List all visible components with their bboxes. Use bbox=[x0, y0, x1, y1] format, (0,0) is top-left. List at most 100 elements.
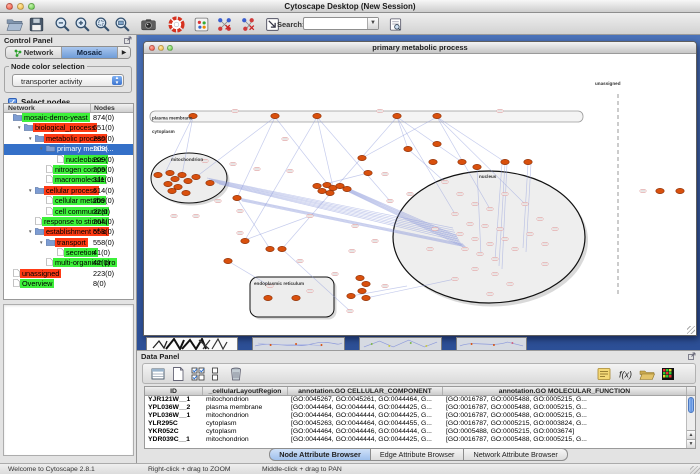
network-node[interactable] bbox=[178, 172, 186, 177]
expand-arrow-icon[interactable]: ▼ bbox=[39, 144, 46, 154]
network-node[interactable] bbox=[318, 188, 326, 193]
tree-header[interactable]: Network Nodes bbox=[4, 104, 133, 113]
tree-row[interactable]: secretion41(0) bbox=[4, 248, 133, 258]
table-column-header[interactable]: annotation.GO CELLULAR_COMPONENT bbox=[288, 387, 443, 395]
zoom-out-icon[interactable] bbox=[54, 16, 71, 33]
tree-row[interactable]: multi-organism pro42(0) bbox=[4, 258, 133, 268]
network-node[interactable] bbox=[266, 246, 274, 251]
background-window-overview[interactable] bbox=[146, 337, 238, 350]
expand-arrow-icon[interactable]: ▼ bbox=[28, 134, 35, 144]
maximize-icon[interactable] bbox=[167, 45, 173, 51]
table-row[interactable]: YDR039C__1mitochondrion[GO:0044464, GO:0… bbox=[145, 436, 695, 444]
table-row[interactable]: YKR052Ccytoplasm[GO:0044464, GO:0044446,… bbox=[145, 428, 695, 436]
table-scrollbar[interactable]: ▲ ▼ bbox=[686, 396, 695, 448]
network-node[interactable] bbox=[206, 180, 214, 185]
zoom-window-button[interactable] bbox=[28, 3, 35, 10]
heatmap-icon[interactable] bbox=[660, 366, 676, 382]
expand-arrow-icon[interactable]: ▼ bbox=[17, 123, 24, 133]
tab-edge-attribute-browser[interactable]: Edge Attribute Browser bbox=[371, 448, 465, 461]
window-titlebar[interactable]: Cytoscape Desktop (New Session) bbox=[0, 0, 700, 13]
network-node[interactable] bbox=[347, 293, 355, 298]
tree-row[interactable]: ▼transport558(0) bbox=[4, 238, 133, 248]
birdseye-view[interactable] bbox=[3, 304, 134, 456]
network-node[interactable] bbox=[458, 159, 466, 164]
table-header-row[interactable]: ID_cellularLayoutRegionannotation.GO CEL… bbox=[145, 387, 695, 396]
network-node[interactable] bbox=[501, 159, 509, 164]
tree-row[interactable]: mosaic-demo-yeast874(0) bbox=[4, 113, 133, 123]
minimize-button[interactable] bbox=[17, 3, 24, 10]
tree-row[interactable]: nucleobase-209(0) bbox=[4, 155, 133, 165]
create-attribute-icon[interactable] bbox=[170, 366, 186, 382]
help-lifering-icon[interactable] bbox=[168, 16, 185, 33]
layout-icon-1[interactable] bbox=[216, 16, 233, 33]
network-canvas[interactable]: plasma membranecytoplasmmitochondrionnuc… bbox=[145, 54, 697, 335]
tree-row[interactable]: ▼establishment of lo558(0) bbox=[4, 227, 133, 237]
zoom-fit-icon[interactable] bbox=[114, 16, 131, 33]
table-row[interactable]: YJR121W__1mitochondrion[GO:0045267, GO:0… bbox=[145, 396, 695, 404]
annotation-icon[interactable] bbox=[193, 16, 210, 33]
window-resize-grip[interactable] bbox=[687, 326, 695, 334]
network-node[interactable] bbox=[154, 172, 162, 177]
tab-node-attribute-browser[interactable]: Node Attribute Browser bbox=[269, 448, 371, 461]
zoom-selected-icon[interactable] bbox=[94, 16, 111, 33]
close-icon[interactable] bbox=[149, 45, 155, 51]
column-divider[interactable] bbox=[90, 104, 91, 112]
zoom-in-icon[interactable] bbox=[74, 16, 91, 33]
table-column-header[interactable]: annotation.GO MOLECULAR_FUNCTION bbox=[443, 387, 687, 395]
app-resize-grip[interactable] bbox=[690, 466, 700, 474]
expand-arrow-icon[interactable]: ▼ bbox=[39, 238, 46, 248]
table-column-header[interactable]: ID bbox=[145, 387, 203, 395]
background-window-2[interactable] bbox=[359, 337, 442, 350]
tab-network-attribute-browser[interactable]: Network Attribute Browser bbox=[464, 448, 567, 461]
close-button[interactable] bbox=[6, 3, 13, 10]
tab-network[interactable]: Network bbox=[6, 47, 62, 58]
tree-row[interactable]: response to stimulu264(0) bbox=[4, 217, 133, 227]
delete-attribute-icon[interactable] bbox=[228, 366, 244, 382]
tree-row[interactable]: nitrogen compo209(0) bbox=[4, 165, 133, 175]
expand-arrow-icon[interactable]: ▼ bbox=[28, 227, 35, 237]
scroll-up-button[interactable]: ▲ bbox=[687, 430, 695, 439]
network-node[interactable] bbox=[182, 190, 190, 195]
import-attributes-icon[interactable] bbox=[639, 366, 655, 382]
network-node[interactable] bbox=[313, 183, 321, 188]
tree-row[interactable]: cellular metabo209(0) bbox=[4, 196, 133, 206]
snapshot-camera-icon[interactable] bbox=[140, 16, 157, 33]
network-node[interactable] bbox=[271, 113, 279, 118]
select-attributes-icon[interactable] bbox=[150, 366, 166, 382]
select-all-attributes-icon[interactable] bbox=[190, 366, 206, 382]
float-panel-icon[interactable] bbox=[124, 36, 132, 44]
network-node[interactable] bbox=[192, 174, 200, 179]
network-node[interactable] bbox=[241, 238, 249, 243]
node-color-dropdown[interactable]: transporter activity ▲▼ bbox=[12, 74, 124, 87]
network-node[interactable] bbox=[313, 113, 321, 118]
open-file-icon[interactable] bbox=[6, 16, 23, 33]
plasma-membrane-region[interactable] bbox=[150, 111, 583, 122]
network-node[interactable] bbox=[164, 181, 172, 186]
network-node[interactable] bbox=[233, 195, 241, 200]
network-node[interactable] bbox=[433, 141, 441, 146]
network-node[interactable] bbox=[364, 170, 372, 175]
network-node[interactable] bbox=[166, 170, 174, 175]
float-panel-icon[interactable] bbox=[688, 352, 696, 360]
table-column-header[interactable]: _cellularLayoutRegion bbox=[203, 387, 288, 395]
tree-row[interactable]: cell communicat22(0) bbox=[4, 207, 133, 217]
label-attribute-icon[interactable] bbox=[596, 366, 612, 382]
tree-row[interactable]: macromolecule311(0) bbox=[4, 175, 133, 185]
network-node[interactable] bbox=[473, 164, 481, 169]
table-row[interactable]: YPL036W__1mitochondrion[GO:0044464, GO:0… bbox=[145, 412, 695, 420]
background-window-1[interactable] bbox=[252, 337, 345, 350]
network-node[interactable] bbox=[171, 176, 179, 181]
network-node[interactable] bbox=[358, 288, 366, 293]
expand-arrow-icon[interactable]: ▼ bbox=[28, 186, 35, 196]
network-node[interactable] bbox=[524, 159, 532, 164]
network-node[interactable] bbox=[224, 258, 232, 263]
tree-row[interactable]: unassigned223(0) bbox=[4, 269, 133, 279]
search-options-icon[interactable] bbox=[388, 17, 403, 32]
tree-row[interactable]: ▼primary metabo209(... bbox=[4, 144, 133, 154]
tab-overflow-arrow[interactable]: ▶ bbox=[118, 47, 130, 58]
scroll-down-button[interactable]: ▼ bbox=[687, 439, 695, 448]
search-dropdown-arrow[interactable]: ▼ bbox=[367, 18, 378, 29]
tab-mosaic[interactable]: Mosaic bbox=[62, 47, 118, 58]
tree-row[interactable]: ▼biological_process651(0) bbox=[4, 123, 133, 133]
tree-row[interactable]: ▼cellular process614(0) bbox=[4, 186, 133, 196]
